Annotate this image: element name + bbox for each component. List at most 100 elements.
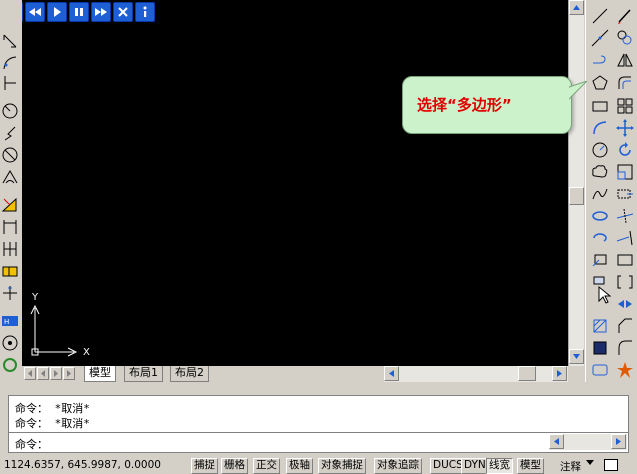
vertical-scrollbar[interactable] (568, 0, 584, 366)
grid-toggle[interactable]: 栅格 (221, 458, 248, 474)
chamfer-tool[interactable] (615, 316, 635, 336)
stretch-icon (617, 189, 633, 199)
circle-tool[interactable] (590, 140, 610, 160)
clean-screen-icon[interactable] (604, 459, 618, 471)
arc-length-tool[interactable] (1, 54, 19, 72)
explode-tool[interactable] (615, 360, 635, 380)
fast-forward-button[interactable] (91, 2, 111, 22)
dyn-toggle[interactable]: DYN (461, 458, 489, 474)
rotate-tool[interactable] (615, 140, 635, 160)
otrack-toggle[interactable]: 对象追踪 (374, 458, 422, 474)
dim-style-tool[interactable] (1, 356, 19, 374)
info-button[interactable] (135, 2, 155, 22)
copy-tool[interactable] (615, 28, 635, 48)
move-tool[interactable] (615, 118, 635, 138)
dim-update-tool[interactable] (1, 334, 19, 352)
play-button[interactable] (47, 2, 67, 22)
scroll-up-button[interactable] (569, 0, 584, 15)
hscroll-thumb[interactable] (518, 366, 536, 381)
horizontal-scrollbar[interactable] (384, 366, 568, 382)
osnap-toggle[interactable]: 对象捕捉 (318, 458, 366, 474)
trim-tool[interactable] (615, 206, 635, 226)
jogged-tool[interactable] (1, 124, 19, 142)
fillet-tool[interactable] (615, 338, 635, 358)
mouse-cursor (596, 285, 616, 305)
command-window[interactable]: 命令： *取消* 命令： *取消* 命令： (8, 395, 629, 453)
scroll-down-button[interactable] (569, 349, 584, 364)
scale-tool[interactable] (615, 162, 635, 182)
chevron-down-icon[interactable] (586, 460, 594, 465)
command-hscroll[interactable] (549, 434, 627, 450)
model-toggle[interactable]: 模型 (517, 458, 544, 474)
cursor-arrow-icon (598, 285, 612, 304)
angular-tool[interactable] (1, 168, 19, 186)
arc-icon (593, 121, 607, 135)
quick-dimension-tool[interactable] (1, 196, 19, 214)
extend-tool[interactable] (615, 228, 635, 248)
gradient-icon (593, 341, 607, 355)
scroll-right-button[interactable] (552, 366, 567, 381)
break-tool[interactable] (615, 272, 635, 292)
ellipse-arc-tool[interactable] (590, 228, 610, 248)
rewind-button[interactable] (25, 2, 45, 22)
lineweight-toggle[interactable]: 线宽 (486, 458, 513, 474)
snap-toggle[interactable]: 捕捉 (191, 458, 218, 474)
line-tool[interactable] (590, 6, 610, 26)
polar-toggle[interactable]: 极轴 (286, 458, 313, 474)
tolerance-tool[interactable] (1, 262, 19, 280)
hatch-tool[interactable] (590, 316, 610, 336)
spline-tool[interactable] (590, 184, 610, 204)
tab-model[interactable]: 模型 (84, 366, 116, 382)
center-mark-tool[interactable] (1, 284, 19, 302)
array-tool[interactable] (615, 96, 635, 116)
stretch-tool[interactable] (615, 184, 635, 204)
scroll-thumb[interactable] (569, 187, 584, 205)
arc-tool[interactable] (590, 118, 610, 138)
ortho-toggle[interactable]: 正交 (253, 458, 280, 474)
break-at-point-tool[interactable] (615, 250, 635, 270)
ellipse-tool[interactable] (590, 206, 610, 226)
region-tool[interactable] (590, 360, 610, 380)
close-button[interactable] (113, 2, 133, 22)
pause-button[interactable] (69, 2, 89, 22)
tab-last-button[interactable] (63, 367, 75, 380)
arrow-left-icon (389, 370, 394, 377)
gradient-tool[interactable] (590, 338, 610, 358)
continue-tool[interactable] (1, 240, 19, 258)
offset-icon (618, 76, 631, 89)
command-prompt[interactable]: 命令： (15, 436, 48, 452)
radius-icon (2, 103, 18, 119)
jogged-icon (4, 126, 16, 141)
offset-tool[interactable] (615, 73, 635, 93)
polygon-tool[interactable] (590, 73, 610, 93)
ellipse-arc-icon (593, 233, 607, 242)
fillet-icon (618, 340, 632, 355)
circle-icon (592, 142, 608, 158)
construction-line-tool[interactable] (590, 28, 610, 48)
scroll-left-button[interactable] (384, 366, 399, 381)
rectangle-tool[interactable] (590, 96, 610, 116)
join-tool[interactable] (615, 294, 635, 314)
drawing-canvas[interactable]: Y X (22, 0, 568, 366)
baseline-tool[interactable] (1, 218, 19, 236)
command-divider (9, 432, 628, 433)
cmd-scroll-right-button[interactable] (611, 434, 626, 449)
tab-next-button[interactable] (50, 367, 62, 380)
tab-layout2[interactable]: 布局2 (170, 366, 209, 382)
radius-tool[interactable] (1, 102, 19, 120)
insert-block-tool[interactable] (590, 250, 610, 270)
polyline-tool[interactable] (590, 50, 610, 70)
tab-first-button[interactable] (24, 367, 36, 380)
cmd-scroll-left-button[interactable] (549, 434, 564, 449)
dim-edit-tool[interactable]: H (1, 312, 19, 330)
mirror-tool[interactable] (615, 50, 635, 70)
chamfer-icon (618, 318, 632, 333)
revision-cloud-tool[interactable] (590, 162, 610, 182)
ordinate-tool[interactable] (1, 74, 19, 92)
tab-prev-button[interactable] (37, 367, 49, 380)
linear-dimension-tool[interactable] (1, 32, 19, 50)
arrow-right-icon (557, 370, 562, 377)
diameter-tool[interactable] (1, 146, 19, 164)
erase-tool[interactable] (615, 6, 635, 26)
tab-layout1[interactable]: 布局1 (124, 366, 163, 382)
